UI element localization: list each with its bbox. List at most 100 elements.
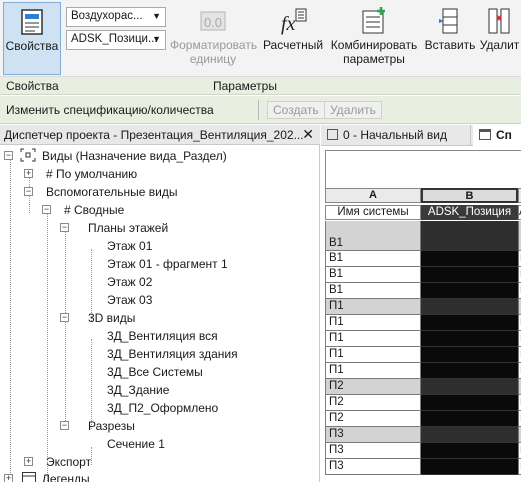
format-units-icon: 0.0 xyxy=(198,6,228,36)
project-browser: Диспетчер проекта - Презентация_Вентиляц… xyxy=(0,125,320,482)
cell-adsk-position[interactable] xyxy=(421,221,518,251)
tree-label: Вспомогательные виды xyxy=(46,185,178,199)
format-units-button[interactable]: 0.0 Форматировать единицу xyxy=(170,2,258,75)
chevron-down-icon: ▼ xyxy=(152,11,161,21)
calculated-button[interactable]: fx Расчетный xyxy=(260,2,326,75)
tree-label: 3Д_Вентиляция здания xyxy=(107,347,238,361)
cell-adsk-position[interactable] xyxy=(421,283,518,299)
collapse-icon[interactable]: − xyxy=(42,205,51,214)
cell-adsk-position[interactable] xyxy=(421,347,518,363)
tab-schedule[interactable]: Сп xyxy=(473,125,521,146)
cell-system-name[interactable]: П2 xyxy=(325,379,421,395)
cell-adsk-position[interactable] xyxy=(421,379,518,395)
tree-line xyxy=(91,339,92,429)
tree-label: Этаж 01 xyxy=(107,239,153,253)
collapse-icon[interactable]: − xyxy=(24,187,33,196)
cell-adsk-position[interactable] xyxy=(421,459,518,475)
parameter-dropdown[interactable]: ADSK_Позици... ▼ xyxy=(66,30,166,50)
separator xyxy=(258,100,259,120)
tree-label: Этаж 03 xyxy=(107,293,153,307)
header-adsk-position[interactable]: ADSK_Позиция xyxy=(421,205,518,220)
cell-system-name[interactable]: B1 xyxy=(325,283,421,299)
expand-icon[interactable]: + xyxy=(24,169,33,178)
tree-label: Экспорт xyxy=(46,455,92,469)
delete-button[interactable]: Удалить xyxy=(324,101,382,119)
column-header-b[interactable]: B xyxy=(421,188,518,203)
header-system-name[interactable]: Имя системы xyxy=(325,205,421,220)
cell-system-name[interactable]: П1 xyxy=(325,331,421,347)
collapse-icon[interactable]: − xyxy=(60,313,69,322)
cell-system-name[interactable]: П1 xyxy=(325,315,421,331)
collapse-icon[interactable]: − xyxy=(60,223,69,232)
insert-button[interactable]: Вставить xyxy=(424,2,476,75)
cell-system-name[interactable]: П2 xyxy=(325,395,421,411)
tree-label: 3D виды xyxy=(88,311,136,325)
column-header-a[interactable]: A xyxy=(325,188,421,203)
cell-system-name[interactable]: П3 xyxy=(325,427,421,443)
svg-text:0.0: 0.0 xyxy=(204,15,222,30)
cell-system-name[interactable]: B1 xyxy=(325,251,421,267)
legend-icon xyxy=(22,472,36,482)
tree-label: # Сводные xyxy=(64,203,125,217)
tree-label: 3Д_П2_Оформлено xyxy=(107,401,219,415)
properties-icon xyxy=(17,7,47,37)
cell-adsk-position[interactable] xyxy=(421,331,518,347)
tree-label: Этаж 02 xyxy=(107,275,153,289)
tree-label: Планы этажей xyxy=(88,221,169,235)
ribbon: Свойства Воздухорас... ▼ ADSK_Позици... … xyxy=(0,0,521,77)
cell-adsk-position[interactable] xyxy=(421,363,518,379)
view-tabs: 0 - Начальный вид Сп xyxy=(321,125,521,146)
cell-adsk-position[interactable] xyxy=(421,299,518,315)
properties-panel-label: Свойства xyxy=(6,79,59,93)
cell-adsk-position[interactable] xyxy=(421,427,518,443)
tab-start-view[interactable]: 0 - Начальный вид xyxy=(321,125,471,146)
cell-system-name[interactable]: П3 xyxy=(325,459,421,475)
schedule-icon xyxy=(479,129,491,140)
expand-icon[interactable]: + xyxy=(4,474,13,482)
cell-adsk-position[interactable] xyxy=(421,443,518,459)
properties-button[interactable]: Свойства xyxy=(3,2,61,75)
tree-label: 3Д_Вентиляция вся xyxy=(107,329,218,343)
cell-system-name[interactable]: П2 xyxy=(325,411,421,427)
type-dropdown[interactable]: Воздухорас... ▼ xyxy=(66,7,166,27)
function-icon: fx xyxy=(278,6,308,36)
context-label: Изменить спецификацию/количества xyxy=(6,103,214,117)
collapse-icon[interactable]: − xyxy=(60,421,69,430)
cell-system-name[interactable]: B1 xyxy=(325,267,421,283)
cell-system-name[interactable]: П1 xyxy=(325,347,421,363)
tree-label: Разрезы xyxy=(88,419,135,433)
cell-system-name[interactable]: П1 xyxy=(325,363,421,379)
tree-label: Этаж 01 - фрагмент 1 xyxy=(107,257,228,271)
ribbon-panel-labels: Свойства Параметры xyxy=(0,77,521,95)
schedule-title-area[interactable] xyxy=(325,150,521,190)
combine-parameters-label: Комбинировать параметры xyxy=(330,38,418,66)
cell-adsk-position[interactable] xyxy=(421,315,518,331)
cell-system-name[interactable]: B1 xyxy=(325,221,421,251)
cell-system-name[interactable]: П1 xyxy=(325,299,421,315)
view-icon xyxy=(327,129,338,140)
chevron-down-icon: ▼ xyxy=(152,34,161,44)
cell-adsk-position[interactable] xyxy=(421,267,518,283)
delete-column-icon xyxy=(485,6,515,36)
format-units-label: Форматировать единицу xyxy=(170,38,258,66)
collapse-icon[interactable]: − xyxy=(4,151,13,160)
cell-adsk-position[interactable] xyxy=(421,411,518,427)
combine-parameters-button[interactable]: Комбинировать параметры xyxy=(328,2,420,75)
cell-system-name[interactable]: П3 xyxy=(325,443,421,459)
schedule-view: A B Имя системы ADSK_Позиция A B1B1ПB1ПB… xyxy=(321,146,521,482)
properties-label: Свойства xyxy=(5,39,59,53)
context-bar: Изменить спецификацию/количества Создать… xyxy=(0,96,521,124)
tree-label: 3Д_Здание xyxy=(107,383,170,397)
tree-line xyxy=(47,213,48,482)
calculated-label: Расчетный xyxy=(262,38,324,52)
tree-line xyxy=(10,159,11,482)
delete-column-label: Удалит xyxy=(479,38,520,52)
close-icon[interactable]: ✕ xyxy=(302,126,314,143)
tree-line xyxy=(91,447,92,465)
tree-label: 3Д_Все Системы xyxy=(107,365,203,379)
cell-adsk-position[interactable] xyxy=(421,251,518,267)
delete-column-button[interactable]: Удалит xyxy=(478,2,521,75)
create-button[interactable]: Создать xyxy=(267,101,325,119)
expand-icon[interactable]: + xyxy=(24,457,33,466)
cell-adsk-position[interactable] xyxy=(421,395,518,411)
